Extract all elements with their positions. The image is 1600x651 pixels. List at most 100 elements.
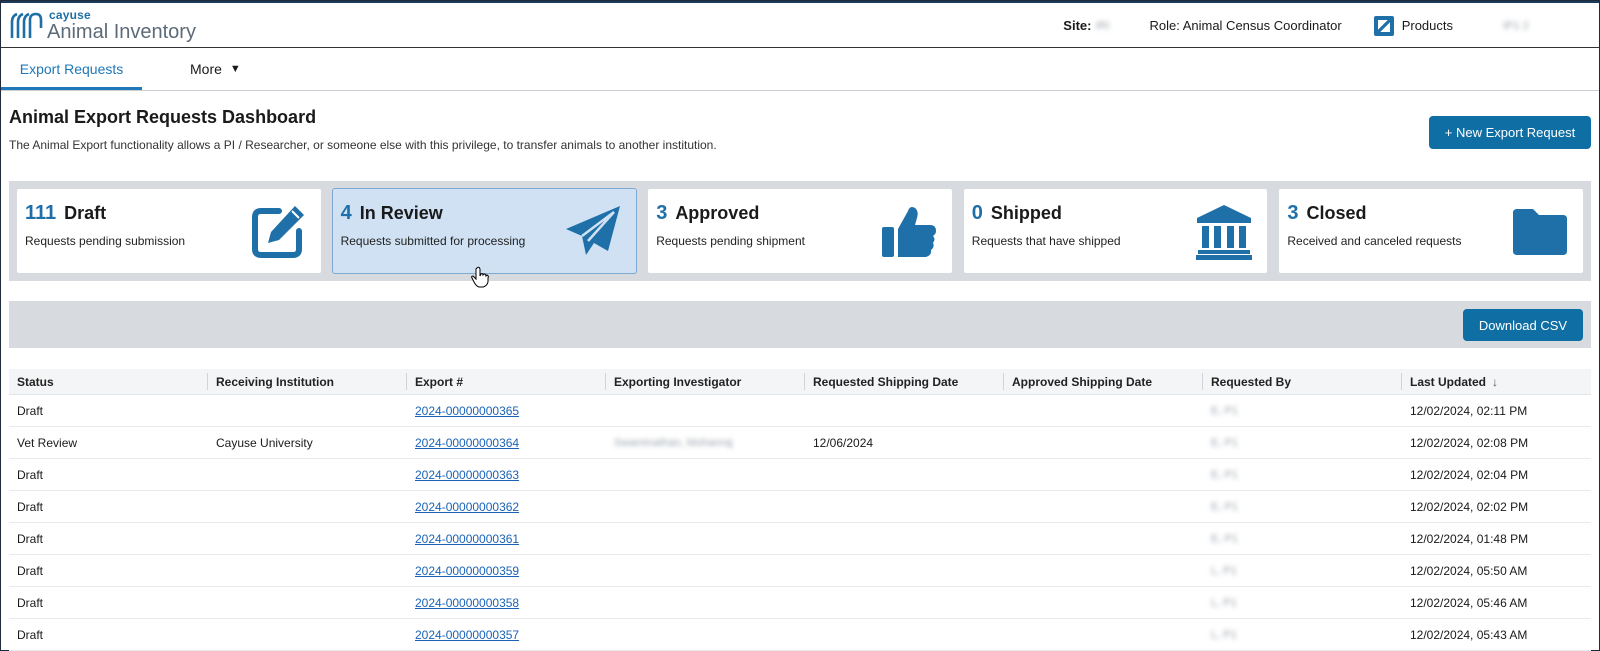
- card-count: 3: [1287, 202, 1299, 224]
- card-subtitle: Received and canceled requests: [1287, 234, 1462, 248]
- cell-receiving-institution: Cayuse University: [208, 427, 407, 458]
- card-draft[interactable]: 111 Draft Requests pending submission: [16, 188, 322, 274]
- cell-approved-shipping-date: [1004, 587, 1203, 618]
- cell-exporting-investigator: [606, 619, 805, 650]
- cell-requested-by: E, P1: [1203, 427, 1402, 458]
- cell-receiving-institution: [208, 395, 407, 426]
- column-header-export-number[interactable]: Export #: [407, 369, 606, 394]
- export-number-link[interactable]: 2024-00000000364: [415, 436, 519, 450]
- cell-exporting-investigator: Swaminathan, Mohanraj: [606, 427, 805, 458]
- cell-approved-shipping-date: [1004, 619, 1203, 650]
- export-number-link[interactable]: 2024-00000000357: [415, 628, 519, 642]
- export-number-link[interactable]: 2024-00000000361: [415, 532, 519, 546]
- cell-exporting-investigator: [606, 459, 805, 490]
- table-row[interactable]: Draft 2024-00000000357 L, P1 12/02/2024, 05…: [9, 619, 1591, 651]
- card-in-review[interactable]: 4 In Review Requests submitted for proce…: [331, 188, 638, 274]
- card-count: 0: [971, 202, 983, 224]
- cell-status: Draft: [9, 587, 208, 618]
- column-header-last-updated[interactable]: Last Updated ↓: [1402, 369, 1591, 394]
- column-header-receiving-institution[interactable]: Receiving Institution: [208, 369, 407, 394]
- site-label: Site:: [1063, 18, 1092, 33]
- column-header-label: Last Updated: [1410, 374, 1487, 389]
- site-value: IRI: [1095, 19, 1110, 32]
- app-logo[interactable]: cayuse Animal Inventory: [9, 5, 196, 45]
- cell-requested-shipping-date-text: 12/06/2024: [813, 435, 874, 450]
- cell-last-updated-text: 12/02/2024, 02:08 PM: [1410, 435, 1529, 450]
- tab-export-requests[interactable]: Export Requests: [1, 48, 142, 90]
- cell-requested-shipping-date: [805, 395, 1004, 426]
- cell-receiving-institution: [208, 491, 407, 522]
- export-number-link[interactable]: 2024-00000000365: [415, 404, 519, 418]
- cell-last-updated-text: 12/02/2024, 02:04 PM: [1410, 467, 1529, 482]
- export-number-link[interactable]: 2024-00000000363: [415, 468, 519, 482]
- edit-icon: [251, 206, 304, 258]
- cell-approved-shipping-date: [1004, 523, 1203, 554]
- cell-approved-shipping-date: [1004, 555, 1203, 586]
- card-shipped[interactable]: 0 Shipped Requests that have shipped: [962, 188, 1269, 274]
- cell-requested-shipping-date: [805, 555, 1004, 586]
- table-row[interactable]: Draft 2024-00000000365 E, P1 12/02/2024, 02…: [9, 395, 1591, 427]
- cell-exporting-investigator: [606, 395, 805, 426]
- column-header-requested-shipping-date[interactable]: Requested Shipping Date: [805, 369, 1004, 394]
- cell-status: Draft: [9, 459, 208, 490]
- cell-requested-shipping-date: [805, 587, 1004, 618]
- card-approved[interactable]: 3 Approved Requests pending shipment: [647, 188, 953, 274]
- cell-requested-by: L, P1: [1203, 587, 1402, 618]
- cell-approved-shipping-date: [1004, 395, 1203, 426]
- card-count: 3: [656, 202, 668, 224]
- cell-requested-by-text: L, P1: [1211, 564, 1237, 577]
- cell-export-number: 2024-00000000358: [407, 587, 606, 618]
- table-row[interactable]: Draft 2024-00000000362 E, P1 12/02/2024, 02…: [9, 491, 1591, 523]
- cell-requested-shipping-date: 12/06/2024: [805, 427, 1004, 458]
- cell-status: Draft: [9, 395, 208, 426]
- cell-export-number: 2024-00000000359: [407, 555, 606, 586]
- table-row[interactable]: Draft 2024-00000000363 E, P1 12/02/2024, 02…: [9, 459, 1591, 491]
- new-export-request-button[interactable]: + New Export Request: [1429, 116, 1591, 149]
- column-header-exporting-investigator[interactable]: Exporting Investigator: [606, 369, 805, 394]
- page-title: Animal Export Requests Dashboard: [9, 107, 317, 127]
- export-number-link[interactable]: 2024-00000000358: [415, 596, 519, 610]
- card-subtitle: Requests that have shipped: [971, 234, 1121, 248]
- user-menu[interactable]: IP1 2: [1503, 20, 1553, 32]
- cell-status: Vet Review: [9, 427, 208, 458]
- cell-approved-shipping-date: [1004, 491, 1203, 522]
- cell-export-number: 2024-00000000364: [407, 427, 606, 458]
- cell-status: Draft: [9, 523, 208, 554]
- cell-status-text: Draft: [17, 563, 44, 578]
- column-header-status[interactable]: Status: [9, 369, 208, 394]
- column-header-approved-shipping-date[interactable]: Approved Shipping Date: [1004, 369, 1203, 394]
- card-subtitle: Requests pending shipment: [656, 234, 805, 248]
- table-header: Status Receiving Institution Export # Ex…: [9, 369, 1591, 395]
- role-label: Role: Animal Census Coordinator: [1149, 18, 1342, 33]
- table-row[interactable]: Draft 2024-00000000361 E, P1 12/02/2024, 01…: [9, 523, 1591, 555]
- card-title: Shipped: [990, 203, 1062, 223]
- cell-last-updated-text: 12/02/2024, 05:43 AM: [1410, 627, 1528, 642]
- card-closed[interactable]: 3 Closed Received and canceled requests: [1278, 188, 1584, 274]
- cell-requested-by: L, P1: [1203, 555, 1402, 586]
- cell-requested-by: E, P1: [1203, 459, 1402, 490]
- cell-receiving-institution-text: Cayuse University: [216, 435, 313, 450]
- table-row[interactable]: Draft 2024-00000000359 L, P1 12/02/2024, 05…: [9, 555, 1591, 587]
- cell-exporting-investigator-text: Swaminathan, Mohanraj: [614, 436, 733, 449]
- cell-status-text: Draft: [17, 467, 44, 482]
- card-count: 111: [25, 202, 57, 224]
- cell-export-number: 2024-00000000361: [407, 523, 606, 554]
- cell-last-updated: 12/02/2024, 02:11 PM: [1402, 395, 1591, 426]
- table-row[interactable]: Vet Review Cayuse University 2024-00000000…: [9, 427, 1591, 459]
- cell-receiving-institution: [208, 523, 407, 554]
- download-csv-button[interactable]: Download CSV: [1463, 309, 1583, 341]
- export-number-link[interactable]: 2024-00000000362: [415, 500, 519, 514]
- cell-requested-by: E, P1: [1203, 395, 1402, 426]
- more-menu[interactable]: More ▼: [190, 48, 241, 90]
- table-toolbar: Download CSV: [9, 301, 1591, 348]
- export-number-link[interactable]: 2024-00000000359: [415, 564, 519, 578]
- cell-requested-by-text: L, P1: [1211, 628, 1237, 641]
- column-header-requested-by[interactable]: Requested By: [1203, 369, 1402, 394]
- cell-last-updated-text: 12/02/2024, 05:50 AM: [1410, 563, 1528, 578]
- table-body: Draft 2024-00000000365 E, P1 12/02/2024, 02…: [9, 395, 1591, 651]
- cell-requested-shipping-date: [805, 523, 1004, 554]
- page-header: Animal Export Requests Dashboard The Ani…: [1, 91, 1599, 181]
- status-cards: 111 Draft Requests pending submission 4 …: [9, 181, 1591, 281]
- products-menu[interactable]: Products: [1373, 15, 1453, 36]
- table-row[interactable]: Draft 2024-00000000358 L, P1 12/02/2024, 05…: [9, 587, 1591, 619]
